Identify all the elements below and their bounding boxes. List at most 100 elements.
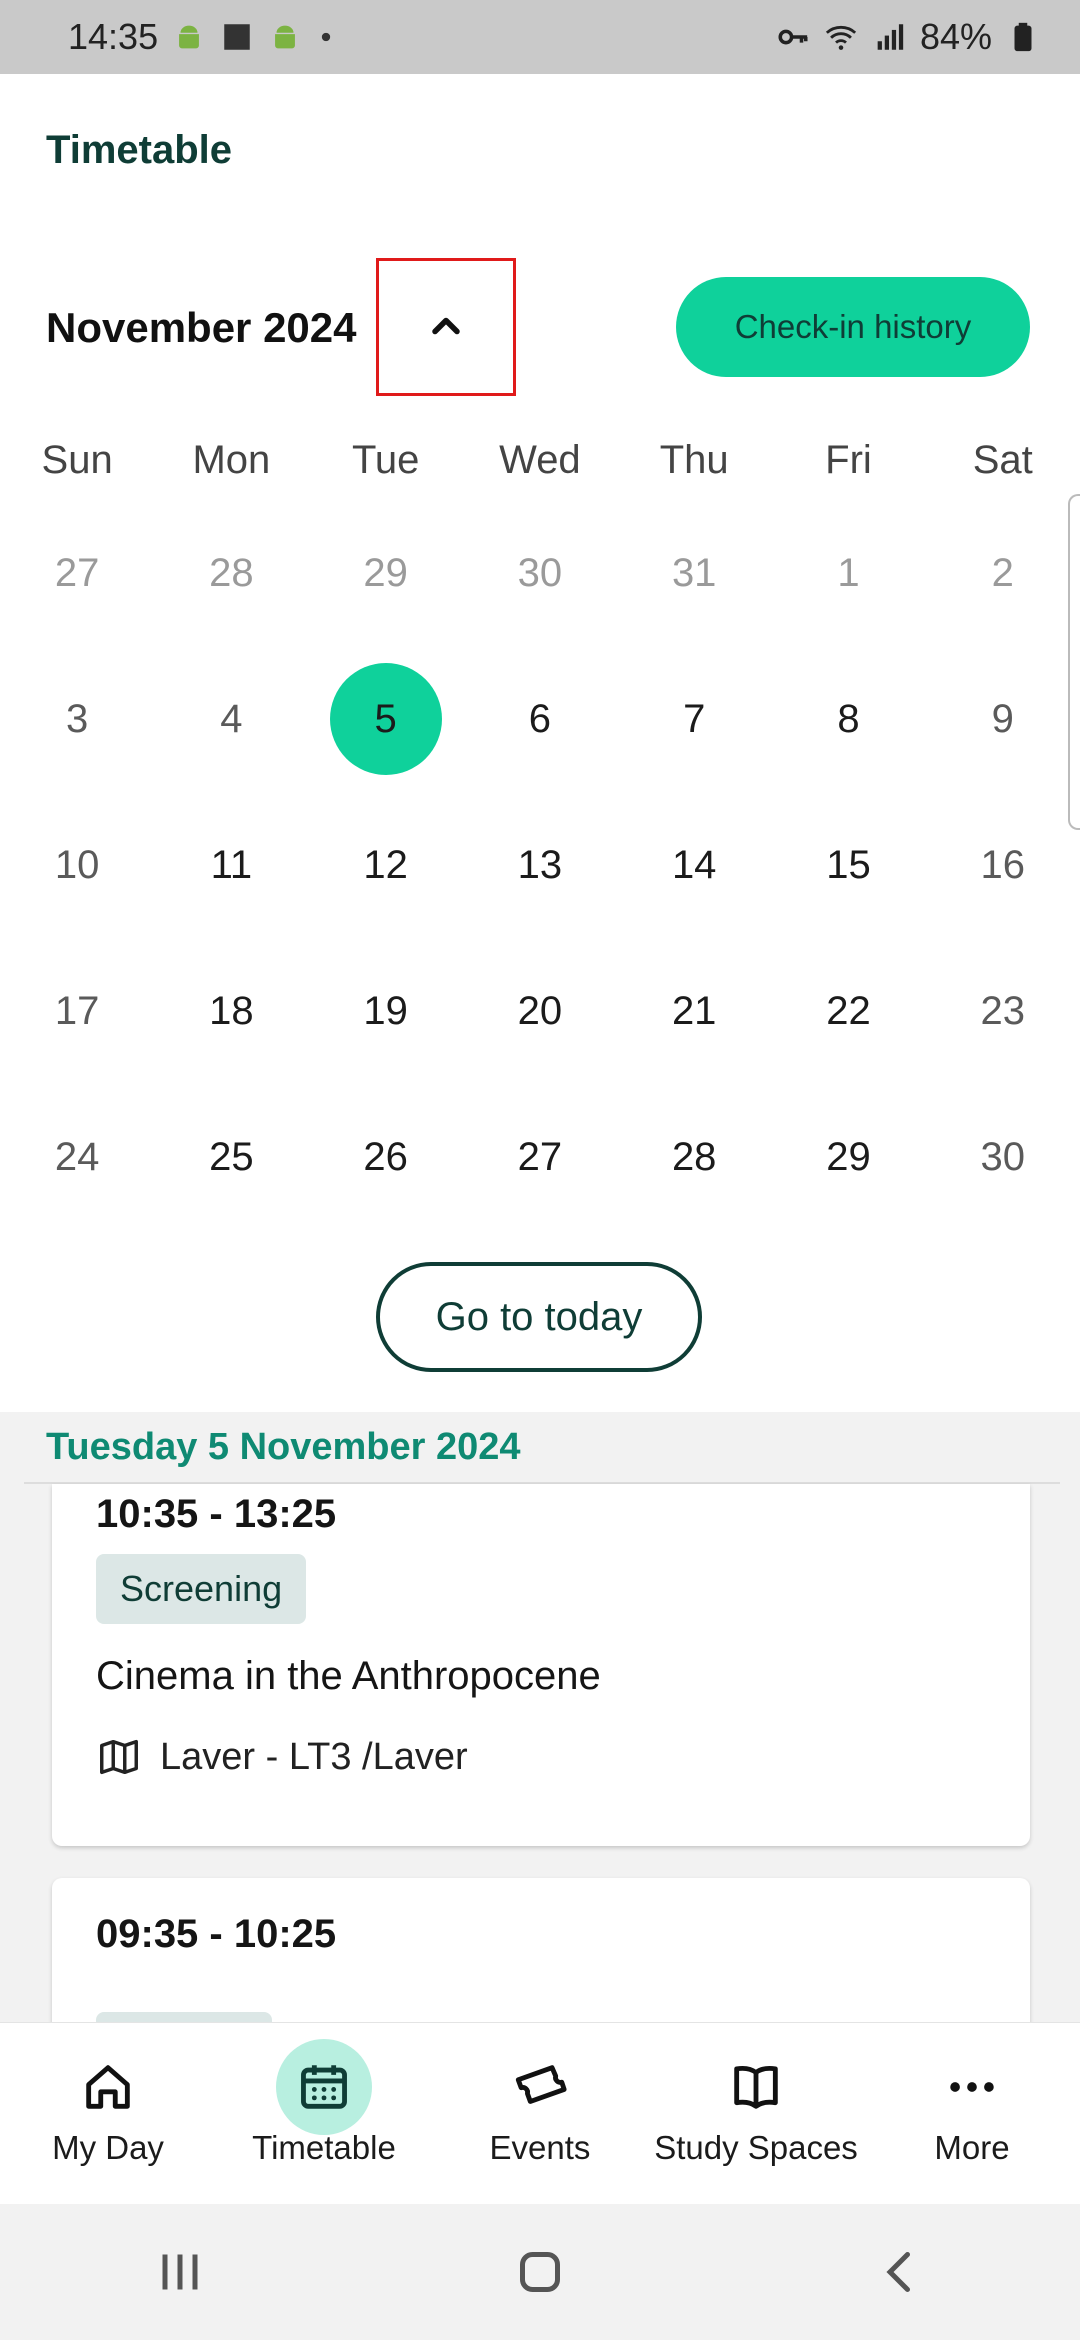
calendar-day[interactable]: 15 [771, 809, 925, 921]
day-number: 23 [980, 988, 1025, 1033]
calendar-day[interactable]: 21 [617, 955, 771, 1067]
nav-my-day[interactable]: My Day [0, 2023, 216, 2204]
android-icon [275, 25, 296, 49]
day-number: 24 [54, 1134, 100, 1179]
event-card[interactable]: 10:35 - 13:25 Screening Cinema in the An… [52, 1484, 1030, 1846]
day-number: 28 [209, 550, 254, 595]
android-icon [179, 25, 200, 49]
chevron-up-icon [432, 317, 460, 335]
calendar-day[interactable]: 30 [463, 517, 617, 629]
calendar-day[interactable]: 13 [463, 809, 617, 921]
bottom-navigation: My Day Timetable Events Study Spaces Mor… [0, 2022, 1080, 2204]
status-left: 14:35 [68, 16, 336, 58]
calendar-day[interactable]: 23 [926, 955, 1080, 1067]
calendar-day[interactable]: 25 [154, 1101, 308, 1213]
day-number: 9 [991, 696, 1014, 741]
calendar-day[interactable]: 17 [0, 955, 154, 1067]
calendar-day[interactable]: 12 [309, 809, 463, 921]
weekday-header: Sun Mon Tue Wed Thu Fri Sat [0, 420, 1080, 500]
calendar-day[interactable]: 6 [463, 663, 617, 775]
check-in-history-button[interactable]: Check-in history [676, 277, 1030, 377]
home-button-icon[interactable] [510, 2242, 570, 2302]
calendar-day[interactable]: 19 [309, 955, 463, 1067]
ticket-icon [492, 2039, 588, 2135]
calendar-week: 17 18 19 20 21 22 23 [0, 938, 1080, 1084]
day-number: 14 [671, 842, 717, 887]
nav-more[interactable]: More [864, 2023, 1080, 2204]
agenda-list[interactable]: Tuesday 5 November 2024 10:35 - 13:25 Sc… [0, 1412, 1080, 2022]
calendar-day[interactable]: 27 [0, 517, 154, 629]
weekday-label: Sun [41, 437, 113, 482]
calendar-day[interactable]: 31 [617, 517, 771, 629]
map-icon [100, 1739, 138, 1775]
day-number: 27 [54, 550, 100, 595]
page-title: Timetable [46, 128, 232, 172]
status-bar: 14:35 84% [0, 0, 1080, 74]
nav-label: More [934, 2129, 1010, 2166]
nav-label: Study Spaces [654, 2129, 858, 2166]
day-number: 8 [837, 696, 860, 741]
back-icon[interactable] [870, 2242, 930, 2302]
calendar-day[interactable]: 9 [926, 663, 1080, 775]
day-number: 22 [826, 988, 871, 1033]
calendar-day-selected[interactable]: 5 [309, 663, 463, 775]
calendar-day[interactable]: 8 [771, 663, 925, 775]
calendar-day[interactable]: 7 [617, 663, 771, 775]
event-type-badge: Screening [96, 1554, 307, 1624]
day-number: 1 [837, 550, 860, 595]
calendar-day[interactable]: 20 [463, 955, 617, 1067]
home-icon [60, 2039, 156, 2135]
calendar-day[interactable]: 27 [463, 1101, 617, 1213]
weekday-label: Fri [825, 437, 872, 482]
calendar-day[interactable]: 11 [154, 809, 308, 921]
day-number: 29 [826, 1134, 871, 1179]
day-number: 30 [517, 550, 563, 595]
calendar-day[interactable]: 10 [0, 809, 154, 921]
scroll-handle[interactable] [1068, 494, 1080, 830]
more-icon [924, 2039, 1020, 2135]
calendar-day[interactable]: 2 [926, 517, 1080, 629]
weekday-label: Wed [499, 437, 581, 482]
calendar-day[interactable]: 1 [771, 517, 925, 629]
day-number: 15 [826, 842, 871, 887]
calendar-day[interactable]: 29 [309, 517, 463, 629]
recent-apps-icon[interactable] [150, 2242, 210, 2302]
weekday-label: Mon [192, 437, 271, 482]
calendar-day[interactable]: 30 [926, 1101, 1080, 1213]
calendar-week: 10 11 12 13 14 15 16 [0, 792, 1080, 938]
day-number: 6 [528, 696, 552, 741]
book-icon [708, 2039, 804, 2135]
go-to-today-button[interactable]: Go to today [376, 1262, 702, 1372]
day-number: 26 [363, 1134, 408, 1179]
nav-study-spaces[interactable]: Study Spaces [648, 2023, 864, 2204]
calendar-day[interactable]: 28 [154, 517, 308, 629]
calendar-day[interactable]: 14 [617, 809, 771, 921]
day-number: 21 [671, 988, 717, 1033]
event-card[interactable]: 09:35 - 10:25 [52, 1878, 1030, 2022]
calendar-day[interactable]: 24 [0, 1101, 154, 1213]
calendar-day[interactable]: 18 [154, 955, 308, 1067]
status-time: 14:35 [68, 16, 159, 57]
battery-icon [1014, 22, 1032, 52]
calendar-day[interactable]: 16 [926, 809, 1080, 921]
day-number: 4 [220, 696, 243, 741]
dot-icon [321, 32, 331, 42]
calendar-day[interactable]: 28 [617, 1101, 771, 1213]
nav-events[interactable]: Events [432, 2023, 648, 2204]
day-number: 7 [683, 696, 706, 741]
day-number: 13 [517, 842, 563, 887]
day-number: 2 [991, 550, 1014, 595]
calendar-day[interactable]: 22 [771, 955, 925, 1067]
day-number: 31 [671, 550, 717, 595]
wifi-icon [825, 25, 857, 50]
signal-icon [877, 24, 904, 50]
calendar-day[interactable]: 4 [154, 663, 308, 775]
calendar-day[interactable]: 26 [309, 1101, 463, 1213]
calendar-day[interactable]: 29 [771, 1101, 925, 1213]
day-number: 18 [209, 988, 254, 1033]
nav-timetable[interactable]: Timetable [216, 2023, 432, 2204]
calendar-day[interactable]: 3 [0, 663, 154, 775]
collapse-calendar-button[interactable] [402, 282, 490, 370]
event-time: 10:35 - 13:25 [96, 1492, 337, 1536]
event-time: 09:35 - 10:25 [96, 1912, 337, 1956]
